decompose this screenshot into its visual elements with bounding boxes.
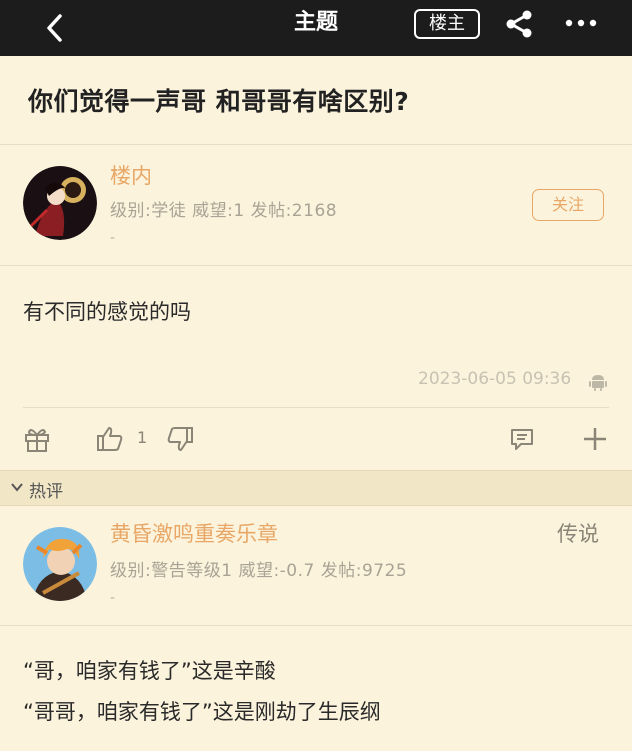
comment-author-signature: - <box>110 590 116 606</box>
plus-icon[interactable] <box>581 425 609 453</box>
only-owner-button[interactable]: 楼主 <box>414 9 480 39</box>
divider <box>0 625 632 626</box>
comment-line: “哥，咱家有钱了”这是辛酸 <box>23 659 276 683</box>
post-timestamp: 2023-06-05 09:36 <box>418 369 572 389</box>
author-signature: - <box>110 230 116 246</box>
post-title: 你们觉得一声哥 和哥哥有啥区别? <box>28 87 410 116</box>
top-bar: 主题 楼主 <box>0 0 632 56</box>
dislike-icon[interactable] <box>165 424 195 454</box>
avatar[interactable] <box>23 166 97 240</box>
like-count: 1 <box>137 428 148 447</box>
more-icon[interactable] <box>562 10 600 36</box>
divider <box>0 144 632 145</box>
divider <box>0 265 632 266</box>
comment-author-name[interactable]: 黄昏激鸣重奏乐章 <box>110 518 278 548</box>
comment-author-meta: 级别:警告等级1 威望:-0.7 发帖:9725 <box>110 561 408 581</box>
page-title: 主题 <box>293 10 338 35</box>
comment-avatar[interactable] <box>23 527 97 601</box>
post-body: 有不同的感觉的吗 <box>23 300 191 324</box>
hot-comments-label: 热评 <box>29 482 63 502</box>
comment-line: “哥哥，咱家有钱了”这是刚劫了生辰纲 <box>23 700 381 724</box>
android-icon <box>589 375 607 391</box>
comment-author-rank: 传说 <box>557 522 599 546</box>
chevron-down-icon <box>11 483 23 492</box>
gift-icon[interactable] <box>23 425 51 453</box>
author-meta: 级别:学徒 威望:1 发帖:2168 <box>110 201 338 221</box>
share-icon[interactable] <box>503 8 535 40</box>
divider <box>23 407 609 408</box>
follow-button[interactable]: 关注 <box>532 189 604 221</box>
hot-comments-header[interactable]: 热评 <box>0 470 632 506</box>
comment-icon[interactable] <box>509 426 535 452</box>
like-icon[interactable] <box>95 424 125 454</box>
author-name[interactable]: 楼内 <box>110 160 152 190</box>
